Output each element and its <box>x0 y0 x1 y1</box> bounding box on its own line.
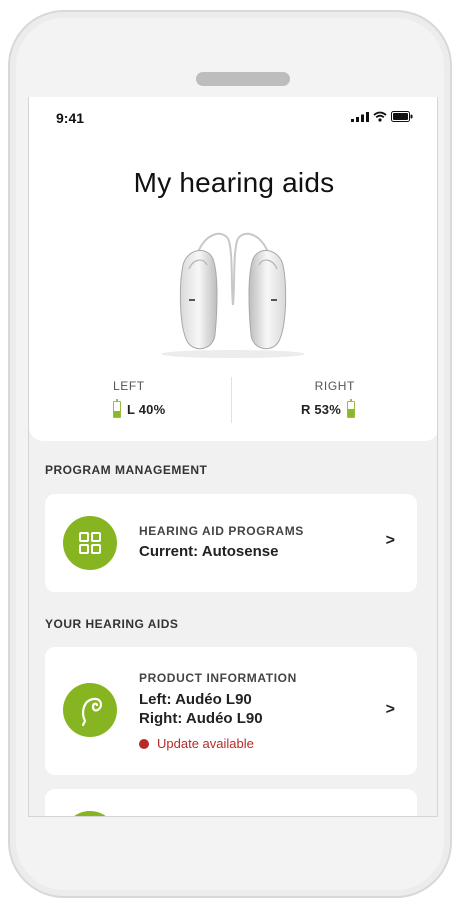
chevron-right-icon: > <box>385 701 395 718</box>
speaker-grille <box>196 72 290 86</box>
right-device-status: RIGHT R 53% <box>301 379 355 418</box>
left-side-label: LEFT <box>113 379 145 393</box>
chevron-right-icon: > <box>385 532 395 549</box>
right-battery-icon <box>347 399 355 418</box>
left-device-status: LEFT L 40% <box>113 379 165 418</box>
left-model: Left: Audéo L90 <box>139 691 252 708</box>
partial-card-icon <box>63 811 117 816</box>
update-status[interactable]: Update available <box>139 736 254 751</box>
left-battery-icon <box>113 399 121 418</box>
next-card-partial[interactable] <box>45 789 417 816</box>
status-time: 9:41 <box>56 110 85 126</box>
status-icons <box>351 111 413 122</box>
your-hearing-aids-heading: YOUR HEARING AIDS <box>45 617 179 631</box>
device-divider <box>231 377 232 423</box>
grid-icon <box>63 516 117 570</box>
product-information-card[interactable]: PRODUCT INFORMATION Left: Audéo L90 Righ… <box>45 647 417 775</box>
wifi-icon <box>373 111 387 122</box>
right-battery-text: R 53% <box>300 402 341 417</box>
left-battery-text: L 40% <box>127 402 166 417</box>
product-info-title: PRODUCT INFORMATION <box>139 671 297 685</box>
hearing-aid-programs-card[interactable]: HEARING AID PROGRAMS Current: Autosense … <box>45 494 417 592</box>
app-screen: 9:41 My hearing aids LEFT L 40% RIGHT R … <box>28 97 438 817</box>
hearing-aids-image <box>161 232 305 358</box>
programs-card-title: HEARING AID PROGRAMS <box>139 524 304 538</box>
battery-status-icon <box>391 111 413 122</box>
current-program: Current: Autosense <box>139 543 279 560</box>
right-model: Right: Audéo L90 <box>139 710 263 727</box>
page-title: My hearing aids <box>133 167 335 198</box>
hearing-aid-icon <box>63 683 117 737</box>
update-available-text: Update available <box>157 736 254 751</box>
program-management-heading: PROGRAM MANAGEMENT <box>45 463 208 477</box>
right-side-label: RIGHT <box>314 379 355 393</box>
alert-dot-icon <box>139 738 149 749</box>
hearing-aids-overview: 9:41 My hearing aids LEFT L 40% RIGHT R … <box>29 97 437 441</box>
signal-icon <box>351 111 369 122</box>
